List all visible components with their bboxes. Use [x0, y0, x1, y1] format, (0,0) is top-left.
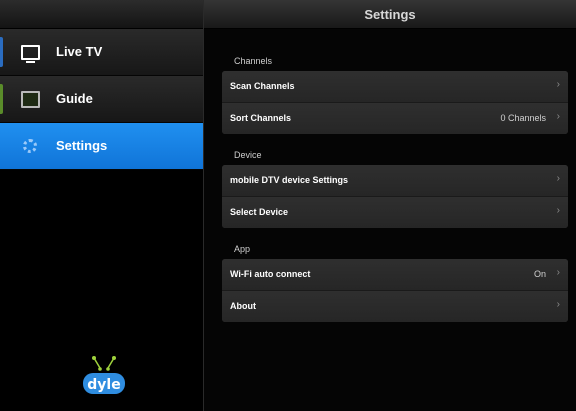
section-header-app: App	[234, 244, 251, 254]
settings-group-app: Wi-Fi auto connect On › About ›	[222, 259, 568, 322]
app-window: Settings Live TV Guide Settings dyle Cha…	[0, 0, 576, 411]
row-label: Select Device	[230, 207, 289, 217]
settings-panel: Channels Scan Channels › Sort Channels 0…	[204, 29, 576, 411]
chevron-right-icon: ›	[556, 299, 560, 310]
settings-group-device: mobile DTV device Settings › Select Devi…	[222, 165, 568, 228]
chevron-right-icon: ›	[556, 111, 560, 122]
row-value: 0 Channels	[500, 113, 546, 123]
chevron-right-icon: ›	[556, 173, 560, 184]
mobile-dtv-device-settings-row[interactable]: mobile DTV device Settings ›	[222, 165, 568, 197]
sidebar-item-label: Live TV	[56, 44, 103, 59]
sidebar-item-accent	[0, 84, 3, 114]
about-row[interactable]: About ›	[222, 291, 568, 322]
chevron-right-icon: ›	[556, 267, 560, 278]
tv-icon	[20, 42, 40, 63]
sidebar-item-label: Settings	[56, 138, 108, 153]
select-device-row[interactable]: Select Device ›	[222, 197, 568, 228]
dyle-logo: dyle	[83, 356, 125, 394]
guide-icon	[20, 89, 40, 109]
row-value: On	[533, 269, 546, 279]
sidebar-top-bar	[0, 0, 203, 29]
chevron-right-icon: ›	[556, 205, 560, 216]
chevron-right-icon: ›	[556, 79, 560, 90]
section-header-device: Device	[234, 150, 262, 160]
row-label: Sort Channels	[230, 113, 292, 123]
row-label: Wi-Fi auto connect	[230, 269, 311, 279]
sidebar-item-label: Guide	[56, 91, 93, 106]
wifi-auto-connect-row[interactable]: Wi-Fi auto connect On ›	[222, 259, 568, 291]
section-header-channels: Channels	[234, 56, 273, 66]
sort-channels-row[interactable]: Sort Channels 0 Channels ›	[222, 103, 568, 134]
sidebar-item-settings[interactable]: Settings	[0, 123, 203, 170]
gear-icon	[20, 136, 40, 156]
logo-text: dyle	[87, 377, 120, 393]
sidebar-item-accent	[0, 37, 3, 67]
row-label: Scan Channels	[230, 81, 295, 91]
settings-group-channels: Scan Channels › Sort Channels 0 Channels…	[222, 71, 568, 134]
sidebar-item-guide[interactable]: Guide	[0, 76, 203, 123]
page-title: Settings	[364, 6, 416, 22]
title-bar: Settings	[204, 0, 576, 29]
row-label: mobile DTV device Settings	[230, 175, 349, 185]
sidebar-item-live-tv[interactable]: Live TV	[0, 29, 203, 76]
row-label: About	[230, 301, 256, 311]
scan-channels-row[interactable]: Scan Channels ›	[222, 71, 568, 103]
